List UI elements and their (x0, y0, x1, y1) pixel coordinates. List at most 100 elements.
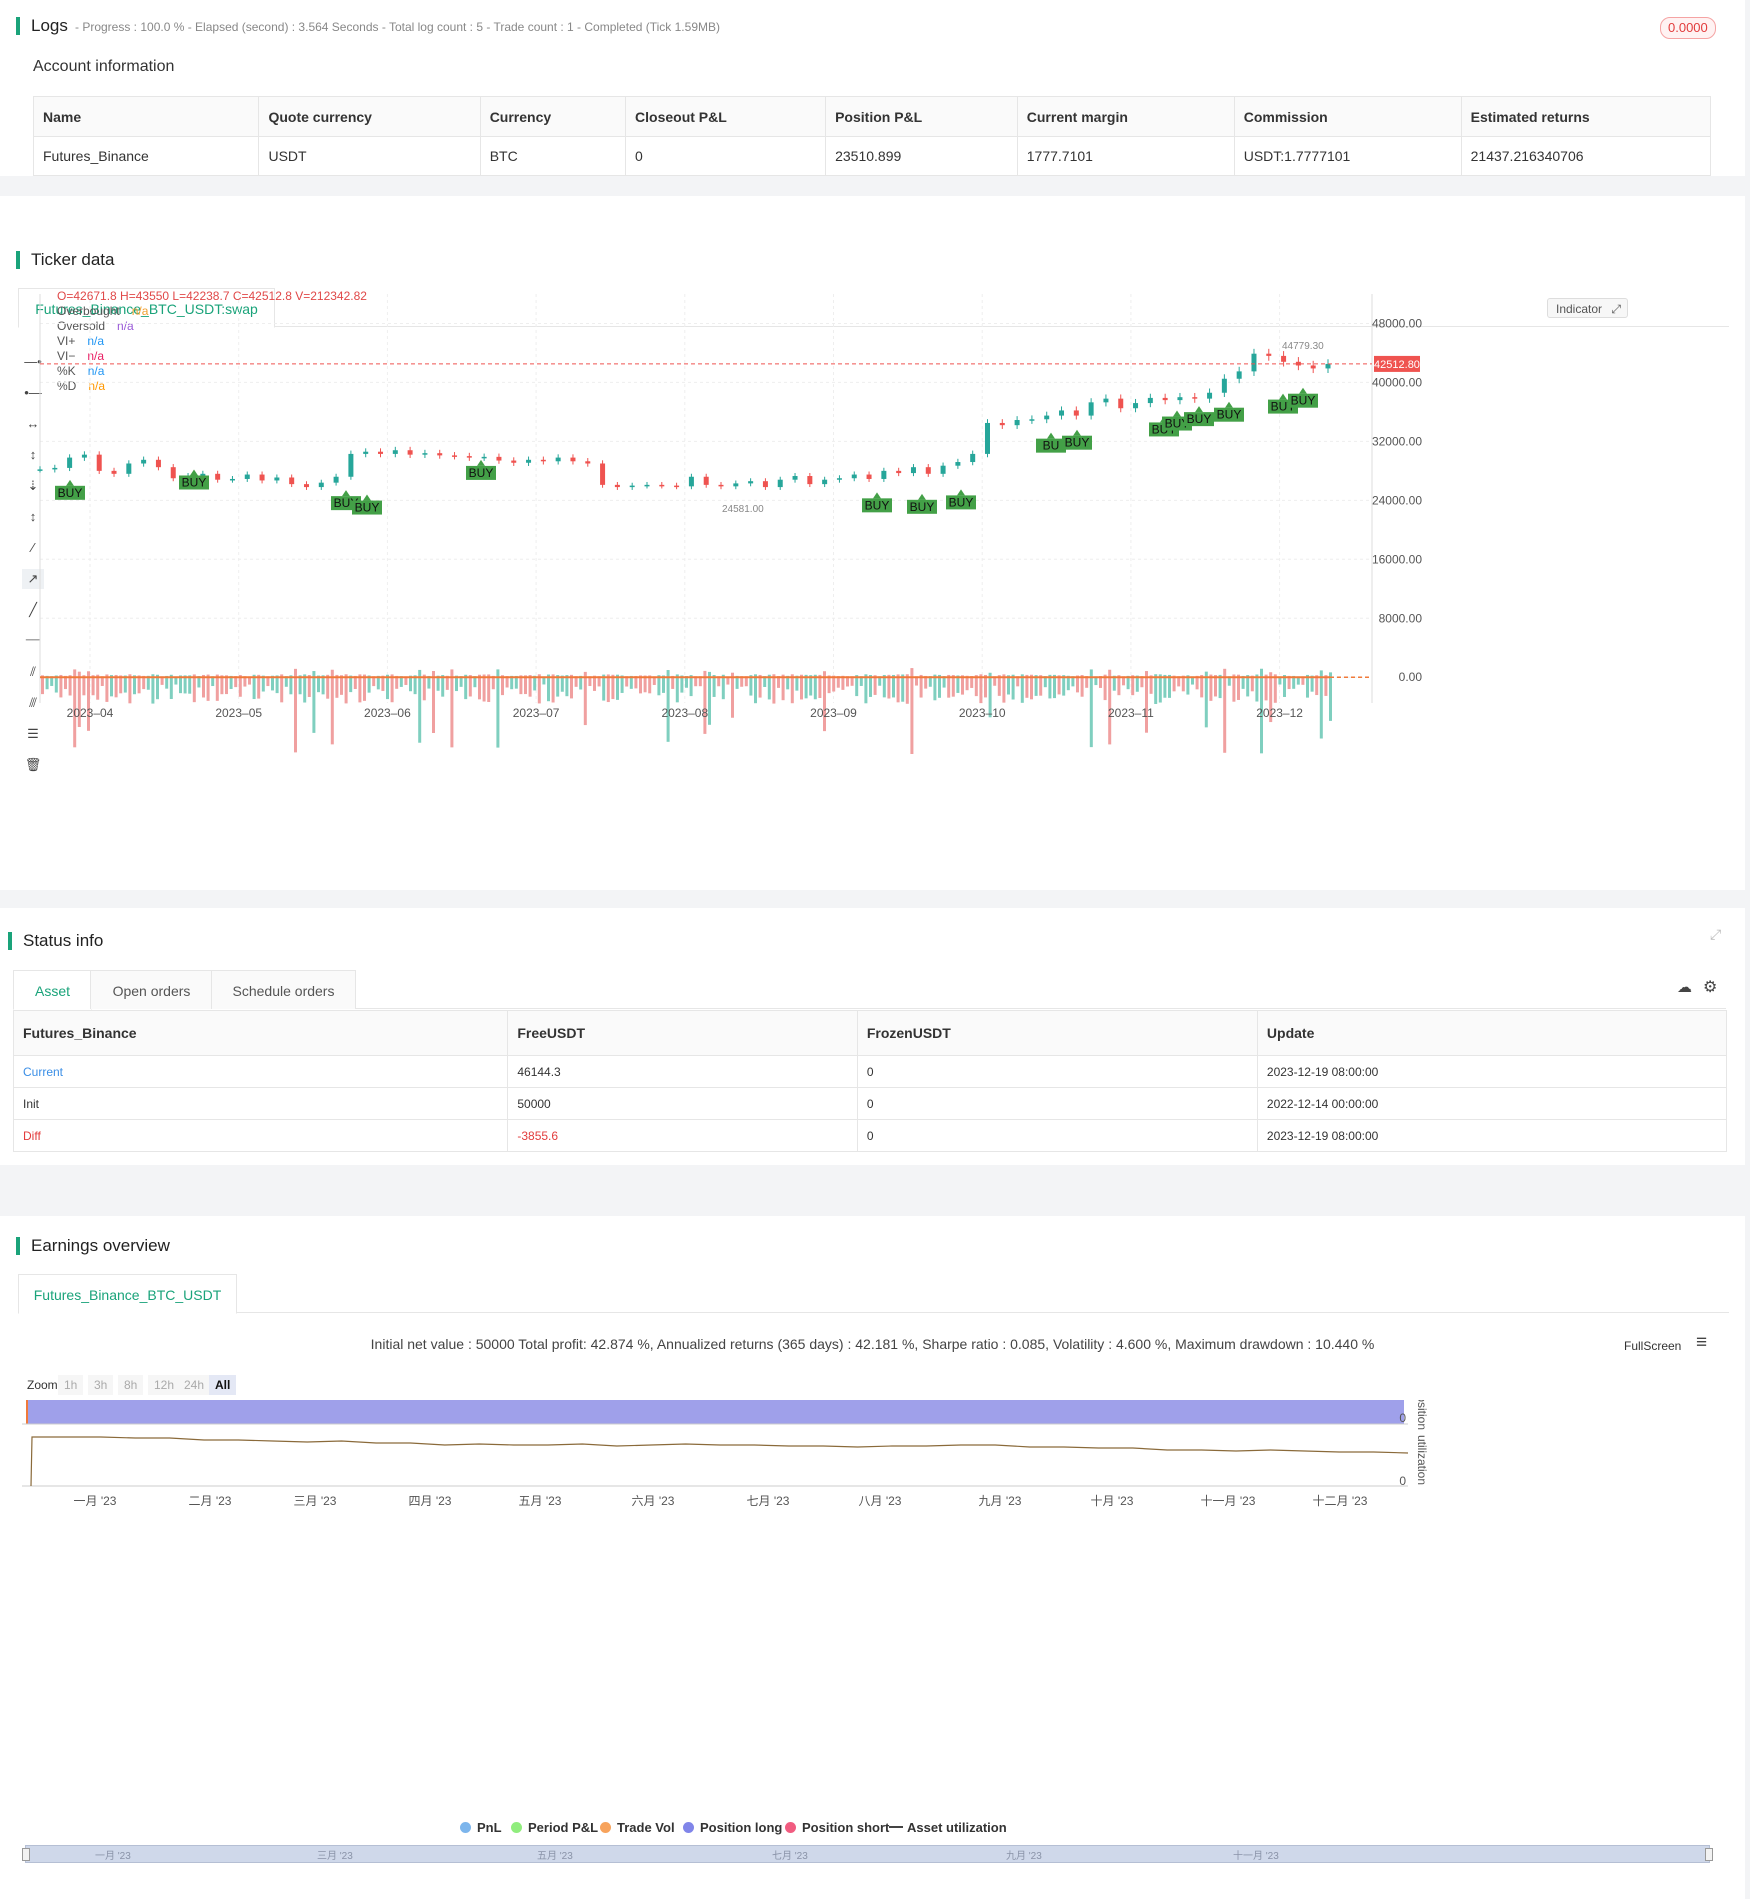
zoom-1h-button[interactable]: 1h (58, 1375, 84, 1395)
candle-body (1103, 398, 1109, 403)
volume-bar (754, 674, 757, 704)
navigator-tick: 五月 '23 (537, 1851, 573, 1862)
candle-body (1044, 415, 1050, 420)
asset-col-header: Update (1256, 1010, 1728, 1056)
trash-icon[interactable]: 🗑 (22, 755, 44, 775)
zoom-3h-button[interactable]: 3h (88, 1375, 114, 1395)
volume-bar (712, 675, 716, 697)
account-cell: 1777.7101 (1016, 136, 1235, 176)
candle-body (1207, 392, 1213, 399)
fullscreen-button[interactable]: FullScreen (1624, 1339, 1681, 1353)
volume-bar (767, 674, 771, 700)
volume-bar (151, 674, 155, 704)
navigator-handle-right[interactable] (1705, 1848, 1713, 1861)
volume-bar (252, 674, 256, 700)
download-icon[interactable]: ☁ (1677, 978, 1692, 996)
volume-bar (464, 674, 468, 700)
volume-bar (1025, 674, 1029, 698)
tab-open-orders[interactable]: Open orders (90, 970, 213, 1009)
candle-body (111, 470, 117, 474)
legend-item-4[interactable]: Position short (785, 1820, 889, 1835)
legend-item-3[interactable]: Position long (683, 1820, 782, 1835)
zoom-12h-button[interactable]: 12h (148, 1375, 181, 1395)
candlestick-chart[interactable]: BUYBUYBUYBUYBUYBUY BUY BUYBU BUYBUYBUY BUYBU… (0, 284, 1745, 754)
legend-item-2[interactable]: Trade Vol (600, 1820, 675, 1835)
candle-body (1281, 355, 1287, 362)
volume-bar (1034, 675, 1038, 696)
last-price-label: 42512.80 (1374, 359, 1420, 371)
zoom-24h-button[interactable]: 24h (178, 1375, 211, 1395)
buy-label: BUY (182, 475, 207, 489)
legend-marker (889, 1826, 903, 1828)
volume-bar (1103, 674, 1107, 701)
volume-bar (215, 674, 219, 701)
volume-bar (708, 671, 711, 725)
candle-body (437, 453, 443, 456)
month-tick: 三月 '23 (294, 1494, 337, 1508)
volume-bar (1319, 670, 1323, 739)
candle-body (999, 422, 1005, 426)
buy-label: BU (1043, 439, 1060, 453)
legend-item-5[interactable]: Asset utilization (889, 1820, 1007, 1835)
collapse-icon[interactable]: ⤢ (1710, 926, 1721, 943)
candle-body (851, 474, 857, 479)
volume-bar (606, 674, 610, 703)
axis-title: vol/position (1415, 1400, 1429, 1430)
zoom-All-button[interactable]: All (209, 1375, 237, 1395)
candle-body (674, 485, 680, 488)
legend-label: Asset utilization (907, 1820, 1007, 1835)
asset-cell: Init (12, 1087, 509, 1120)
candle-body (540, 459, 546, 462)
table-row: Init 50000 0 2022-12-14 00:00:00 (12, 1087, 1728, 1120)
asset-cell: 0 (856, 1055, 1258, 1088)
candle-body (229, 478, 235, 481)
volume-bar (1030, 674, 1033, 700)
tab-schedule-orders[interactable]: Schedule orders (211, 970, 356, 1009)
menu-icon[interactable]: ≡ (1696, 1332, 1707, 1354)
month-tick: 十一月 '23 (1201, 1494, 1256, 1508)
zoom-8h-button[interactable]: 8h (118, 1375, 144, 1395)
candle-body (67, 457, 73, 468)
navigator[interactable]: 一月 '23 三月 '23 五月 '23 七月 '23 九月 '23 十一月 '23 (22, 1845, 1713, 1863)
volume-bar (1214, 675, 1217, 697)
legend-item-0[interactable]: PnL (460, 1820, 502, 1835)
buy-label: BUY (1065, 436, 1090, 450)
volume-bar (82, 675, 86, 696)
volume-bar (1264, 674, 1268, 701)
legend-marker (460, 1822, 471, 1833)
volume-bar (482, 674, 486, 702)
volume-bar (105, 674, 109, 702)
volume-bar (358, 674, 362, 703)
earnings-chart[interactable]: 25k20k15k10k5k0-5k-4k00一月 '23二月 '23三月 '2… (0, 1400, 1745, 1860)
low-price-marker: 24581.00 (722, 504, 764, 515)
volume-bar (864, 674, 868, 704)
candle-body (422, 453, 428, 455)
candle-body (1251, 353, 1257, 372)
legend-item-1[interactable]: Period P&L (511, 1820, 598, 1835)
candle-body (940, 465, 946, 474)
y-tick-label: 40000.00 (1372, 375, 1422, 389)
candle-body (452, 455, 458, 457)
volume-bar (192, 674, 196, 703)
y-tick-label: 0.00 (1399, 670, 1423, 684)
volume-bar (616, 674, 619, 700)
volume-bar (974, 675, 978, 697)
tab-earnings-symbol[interactable]: Futures_Binance_BTC_USDT (18, 1274, 237, 1314)
volume-bar (110, 675, 113, 697)
navigator-handle-left[interactable] (22, 1848, 30, 1861)
volume-bar (1232, 674, 1236, 702)
tab-asset[interactable]: Asset (13, 970, 92, 1010)
candle-body (407, 450, 413, 455)
settings-icon[interactable]: ⚙ (1703, 977, 1717, 997)
candle-body (1133, 403, 1139, 409)
volume-bar (386, 674, 389, 700)
logs-badge: 0.0000 (1660, 17, 1716, 39)
candle-body (1014, 420, 1020, 426)
candle-body (511, 460, 517, 463)
candle-body (378, 451, 384, 454)
y-tick-label: 16000.00 (1372, 552, 1422, 566)
month-tick: 一月 '23 (74, 1494, 117, 1508)
account-table: Name Quote currency Currency Closeout P&L Po… (32, 96, 1712, 176)
volume-bar (813, 674, 817, 700)
volume-bar (1053, 674, 1056, 699)
